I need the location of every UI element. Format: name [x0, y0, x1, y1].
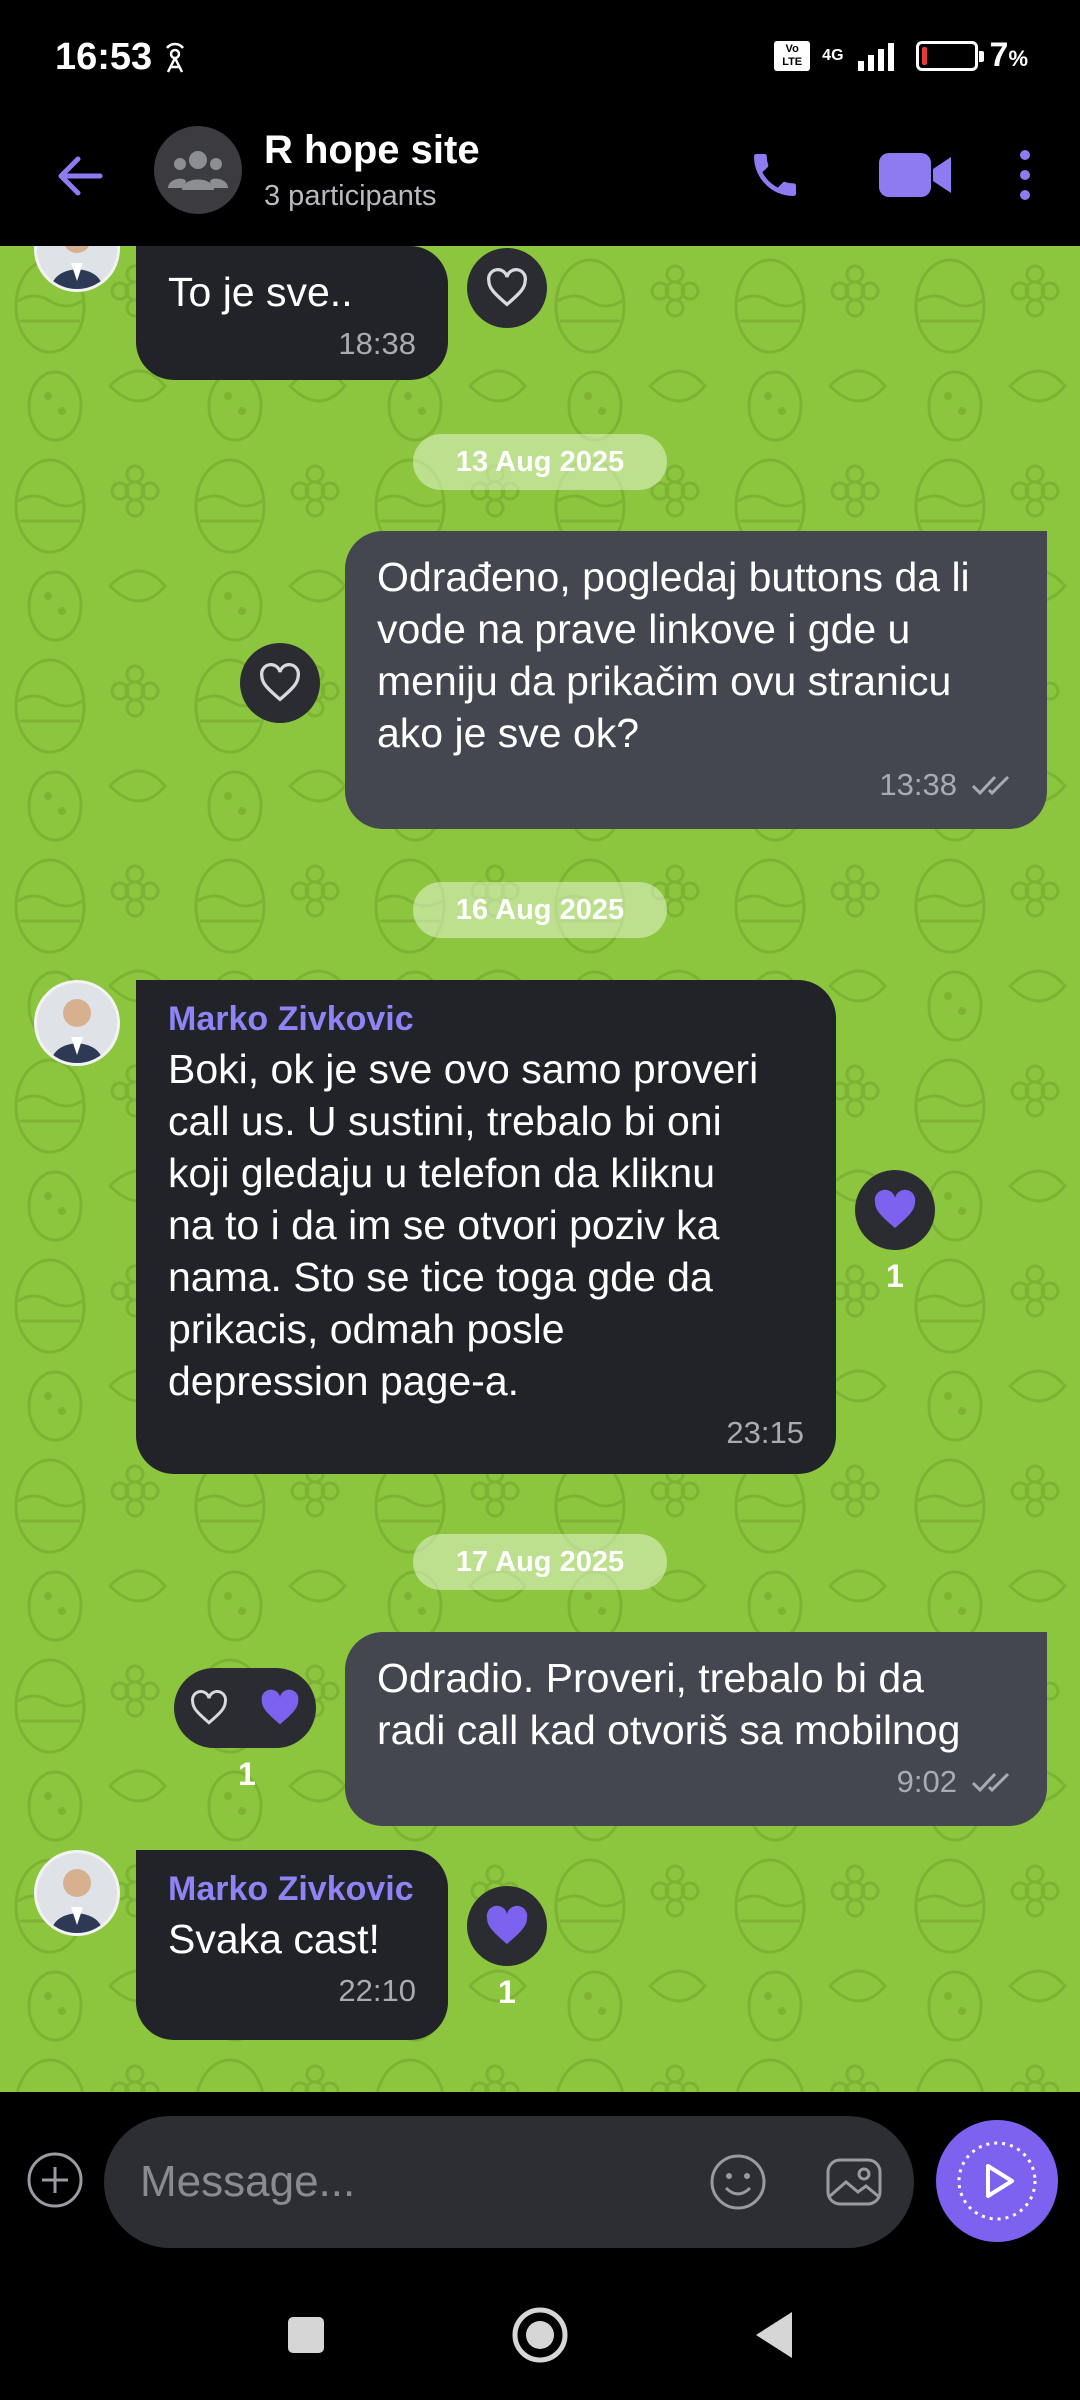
reaction-button[interactable]: [467, 1886, 547, 1966]
home-button[interactable]: [500, 2300, 580, 2370]
message-text: Svaka cast!: [168, 1916, 380, 1962]
triangle-back-icon: [756, 2312, 792, 2358]
reaction-button[interactable]: [174, 1668, 316, 1748]
message-bubble[interactable]: Odrađeno, pogledaj buttons da li vode na…: [345, 531, 1047, 829]
double-check-icon: [971, 1772, 1010, 1793]
image-icon[interactable]: [822, 2150, 886, 2214]
message-text: Odrađeno, pogledaj buttons da li vode na…: [377, 554, 970, 756]
group-avatar[interactable]: [154, 126, 242, 214]
back-button[interactable]: [734, 2300, 814, 2370]
status-icons: Vo LTE 4G 7%: [774, 36, 1028, 75]
message-text: Boki, ok je sve ovo samo proveri call us…: [168, 1046, 759, 1404]
message-text: Odradio. Proveri, trebalo bi da radi cal…: [377, 1655, 961, 1753]
message-bubble[interactable]: To je sve.. 18:38: [136, 246, 448, 380]
participants-count[interactable]: 3 participants: [264, 180, 437, 213]
reaction-button[interactable]: [855, 1170, 935, 1250]
reaction-count: 1: [886, 1258, 904, 1294]
heart-outline-icon: [190, 1690, 227, 1725]
chat-header: R hope site 3 participants: [0, 118, 1080, 246]
message-time: 13:38: [879, 767, 957, 802]
sender-avatar[interactable]: [34, 1850, 120, 1936]
recents-button[interactable]: [266, 2300, 346, 2370]
arrow-left-icon[interactable]: [50, 146, 110, 206]
reaction-button[interactable]: [467, 248, 547, 328]
reaction-button[interactable]: [240, 643, 320, 723]
message-bubble[interactable]: Marko Zivkovic Boki, ok je sve ovo samo …: [136, 980, 836, 1474]
chat-title[interactable]: R hope site: [264, 128, 480, 173]
circle-icon: [512, 2307, 568, 2363]
message-time: 23:15: [726, 1415, 804, 1450]
sender-avatar[interactable]: [34, 980, 120, 1066]
status-time: 16:53: [55, 36, 153, 78]
heart-outline-icon: [487, 268, 527, 307]
video-call-button[interactable]: [870, 140, 960, 210]
message-time: 9:02: [896, 1764, 957, 1799]
date-separator: 16 Aug 2025: [413, 882, 667, 938]
battery-percent: 7%: [989, 36, 1028, 74]
send-icon: [957, 2141, 1037, 2221]
sender-name[interactable]: Marko Zivkovic: [168, 1870, 416, 1909]
message-input[interactable]: [140, 2116, 700, 2248]
message-bubble[interactable]: Odradio. Proveri, trebalo bi da radi cal…: [345, 1632, 1047, 1826]
message-composer: [0, 2092, 1080, 2272]
group-icon: [168, 151, 228, 190]
heart-filled-icon: [261, 1689, 298, 1725]
signal-icon: [857, 42, 894, 71]
reaction-count: 1: [498, 1974, 516, 2010]
volte-badge: Vo LTE: [774, 40, 811, 71]
avatar-photo: [37, 1853, 117, 1933]
call-button[interactable]: [740, 140, 810, 210]
heart-outline-icon: [260, 663, 300, 702]
message-text: To je sve..: [168, 269, 353, 315]
heart-filled-icon: [874, 1189, 916, 1228]
message-bubble[interactable]: Marko Zivkovic Svaka cast! 22:10: [136, 1850, 448, 2040]
network-type: 4G: [822, 46, 844, 64]
message-time: 18:38: [338, 326, 416, 361]
video-camera-icon: [879, 153, 951, 197]
hotspot-icon: [166, 42, 184, 73]
square-icon: [288, 2317, 324, 2353]
battery-icon: [915, 40, 984, 71]
heart-filled-icon: [486, 1905, 528, 1944]
avatar-photo: [37, 983, 117, 1063]
chat-area[interactable]: To je sve.. 18:38 13 Aug 2025 Odrađeno, …: [0, 246, 1080, 2092]
plus-circle-icon[interactable]: [25, 2150, 85, 2210]
smiley-icon[interactable]: [706, 2150, 770, 2214]
system-nav-bar: [0, 2272, 1080, 2400]
send-button[interactable]: [936, 2120, 1058, 2242]
reaction-count: 1: [238, 1756, 256, 1792]
more-vertical-icon: [1020, 150, 1030, 200]
status-bar: 16:53 Vo LTE 4G 7%: [0, 0, 1080, 118]
message-time: 22:10: [338, 1973, 416, 2008]
phone-icon: [754, 154, 796, 196]
date-separator: 17 Aug 2025: [413, 1534, 667, 1590]
more-options-button[interactable]: [1005, 140, 1045, 210]
sender-name[interactable]: Marko Zivkovic: [168, 1000, 804, 1039]
date-separator: 13 Aug 2025: [413, 434, 667, 490]
double-check-icon: [971, 775, 1010, 796]
message-input-container: [104, 2116, 914, 2248]
